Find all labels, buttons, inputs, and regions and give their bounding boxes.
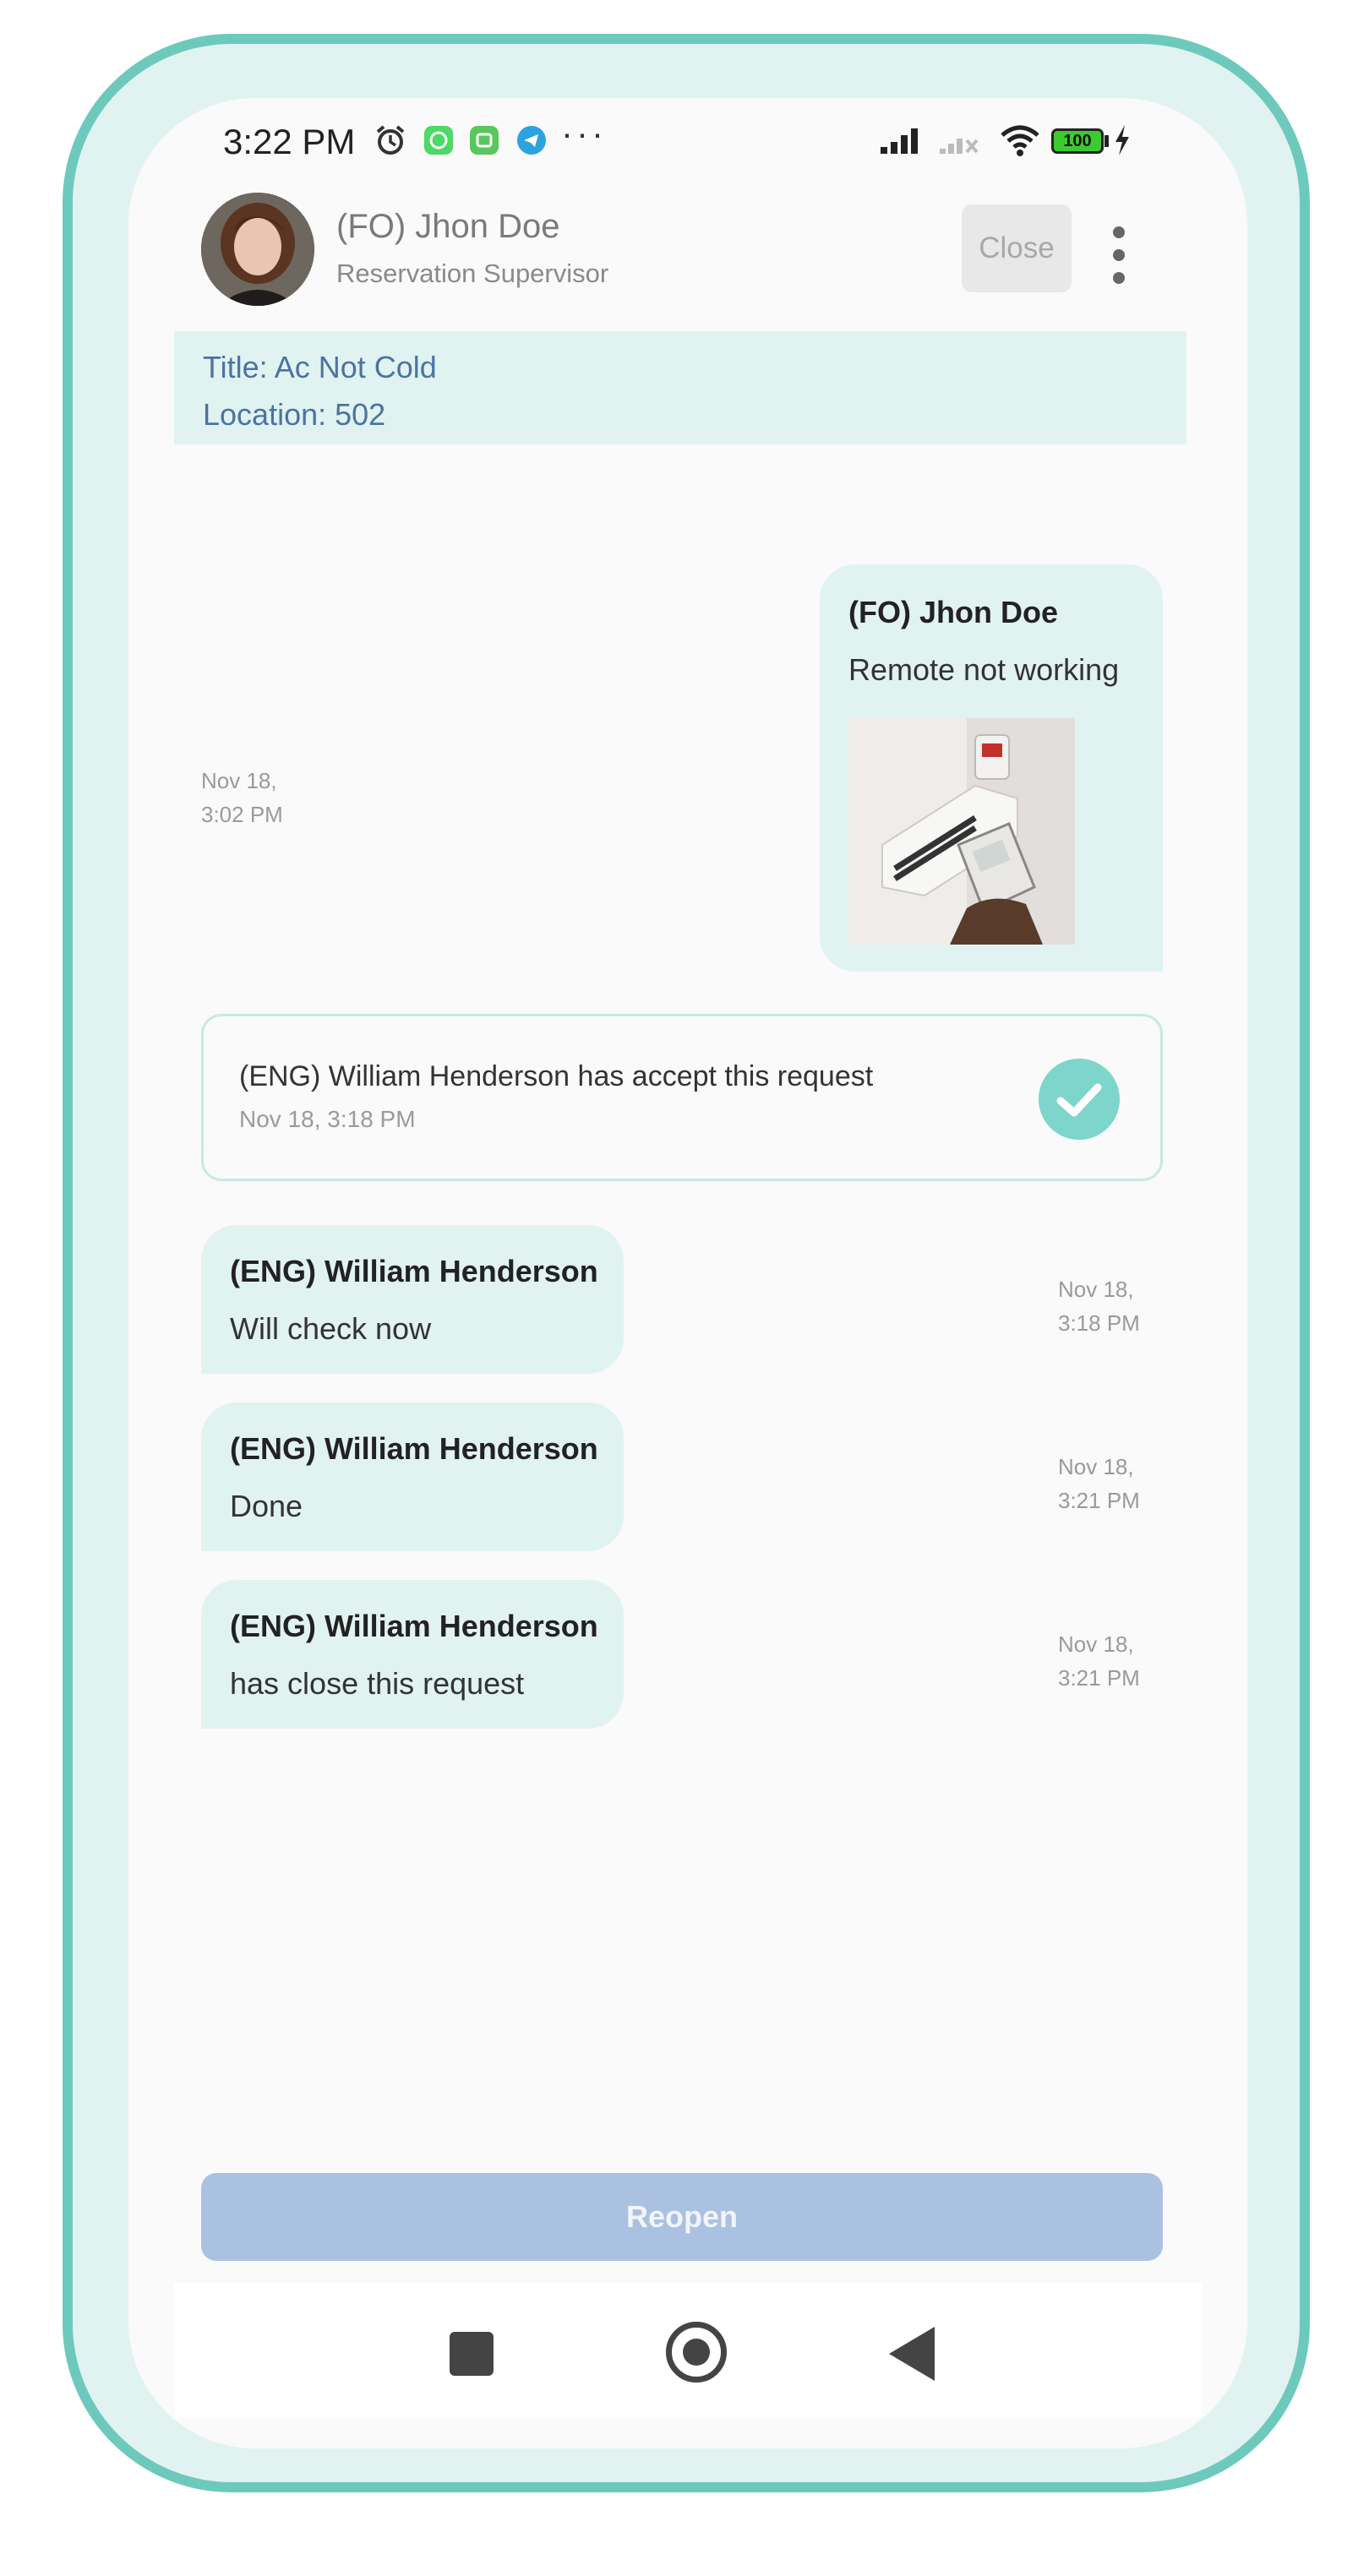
message-text: Will check now (230, 1311, 432, 1346)
back-icon[interactable] (889, 2327, 935, 2381)
message-time: Nov 18, 3:02 PM (201, 768, 283, 827)
message-author: (ENG) William Henderson (230, 1254, 598, 1288)
check-icon (1039, 1059, 1120, 1140)
message-time: Nov 18, 3:18 PM (1058, 1277, 1140, 1336)
reopen-button[interactable]: Reopen (201, 2173, 1163, 2261)
attached-photo[interactable] (848, 718, 1075, 945)
avatar[interactable] (201, 193, 314, 306)
wifi-icon (1001, 125, 1039, 156)
message-bubble-incoming: (ENG) William Henderson has close this r… (201, 1580, 624, 1729)
message-author: (FO) Jhon Doe (848, 595, 1058, 629)
message-text: Done (230, 1489, 303, 1523)
message-author: (ENG) William Henderson (230, 1431, 598, 1466)
navigation-bar (174, 2283, 1202, 2418)
signal-icon (881, 128, 918, 154)
contact-role: Reservation Supervisor (336, 259, 609, 288)
battery-icon: 100 (1051, 128, 1104, 154)
close-request-button[interactable]: Close (962, 204, 1072, 292)
home-icon[interactable] (666, 2322, 727, 2383)
battery-tip (1104, 135, 1109, 147)
android-app-icon (470, 126, 499, 155)
system-event-time: Nov 18, 3:18 PM (239, 1106, 416, 1132)
contact-name: (FO) Jhon Doe (336, 208, 560, 245)
message-bubble-incoming: (ENG) William Henderson Done (201, 1402, 624, 1551)
more-options-icon[interactable] (1110, 226, 1127, 295)
more-notifications-icon: ··· (561, 113, 607, 153)
charging-icon (1115, 125, 1129, 155)
message-text: Remote not working (848, 652, 1120, 687)
recent-apps-icon[interactable] (450, 2332, 494, 2376)
ticket-location: Location: 502 (203, 397, 386, 432)
message-time: Nov 18, 3:21 PM (1058, 1454, 1140, 1513)
message-text: has close this request (230, 1666, 525, 1701)
status-time: 3:22 PM (223, 122, 356, 161)
ticket-title: Title: Ac Not Cold (203, 350, 437, 384)
system-event-text: (ENG) William Henderson has accept this … (239, 1060, 874, 1092)
message-time: Nov 18, 3:21 PM (1058, 1631, 1140, 1691)
system-event-card: (ENG) William Henderson has accept this … (201, 1014, 1163, 1181)
message-bubble-incoming: (ENG) William Henderson Will check now (201, 1225, 624, 1374)
whatsapp-icon (424, 126, 453, 155)
message-author: (ENG) William Henderson (230, 1609, 598, 1643)
signal-2-icon (940, 139, 979, 154)
phone-screen: 3:22 PM ··· 100 (FO) Jhon Doe Reservatio… (128, 98, 1247, 2448)
message-bubble-outgoing: (FO) Jhon Doe Remote not working (820, 564, 1163, 972)
ticket-info-banner: Title: Ac Not Cold Location: 502 (174, 331, 1186, 444)
telegram-icon (517, 126, 546, 155)
alarm-icon (376, 125, 405, 155)
